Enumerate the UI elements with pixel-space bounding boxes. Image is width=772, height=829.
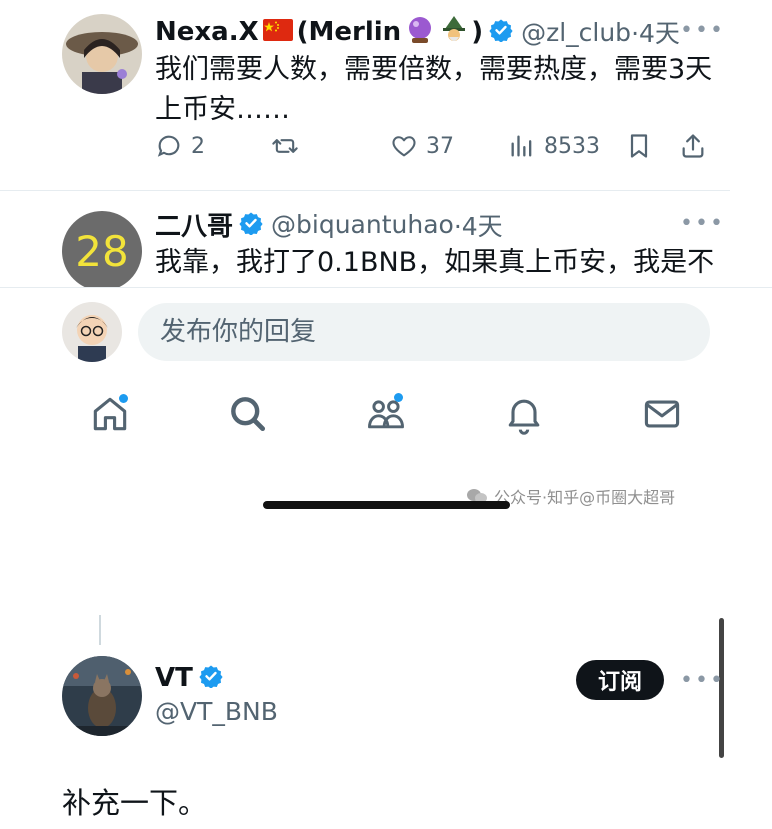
like-icon <box>392 136 416 157</box>
home-indicator[interactable] <box>263 501 510 509</box>
user-avatar[interactable] <box>62 302 122 362</box>
timestamp[interactable]: ·4天 <box>454 207 503 243</box>
share-button[interactable] <box>679 132 707 160</box>
verified-icon[interactable] <box>199 664 223 692</box>
reply-composer[interactable] <box>138 303 710 361</box>
vt-handle[interactable]: @VT_BNB <box>155 697 278 726</box>
display-name[interactable]: 二八哥 <box>155 206 233 243</box>
handle[interactable]: @biquantuhao <box>271 210 454 239</box>
nav-messages[interactable] <box>640 392 684 436</box>
notification-dot <box>394 393 403 402</box>
crystal-ball-icon <box>405 15 435 49</box>
reply-input[interactable] <box>138 303 710 361</box>
subscribe-button[interactable]: 订阅 <box>576 660 664 700</box>
avatar-nexa[interactable] <box>62 14 142 94</box>
tweet-text-line: 上币安…… <box>155 94 290 125</box>
tweet-header: Nexa.X (Merlin ) @zl_club ·4天 <box>155 14 680 50</box>
nav-communities[interactable] <box>364 392 408 436</box>
avatar-label: 28 <box>75 226 129 276</box>
avatar-vt[interactable] <box>62 656 142 736</box>
avatar-erbage[interactable]: 28 <box>62 211 142 287</box>
display-name-suffix-close: ) <box>471 17 484 47</box>
thread-line <box>99 615 101 645</box>
display-name[interactable]: Nexa.X <box>155 17 259 47</box>
search-icon <box>231 397 266 432</box>
more-icon[interactable]: ••• <box>680 18 725 43</box>
tweet-actions: 2 37 8533 <box>155 132 715 172</box>
notification-dot <box>119 394 128 403</box>
verified-icon[interactable] <box>239 211 263 239</box>
display-name-suffix[interactable]: (Merlin <box>297 17 402 47</box>
timestamp[interactable]: ·4天 <box>631 14 680 50</box>
bottom-nav <box>0 392 772 452</box>
retweet-button[interactable] <box>271 132 299 160</box>
tweet-text: 我靠，我打了0.1BNB，如果真上币安，我是不 <box>155 247 715 278</box>
more-icon[interactable]: ••• <box>680 668 725 693</box>
vt-tweet-text: 补充一下。 <box>62 786 208 820</box>
comment-icon <box>157 135 180 157</box>
share-icon <box>682 134 704 158</box>
reply-button[interactable]: 2 <box>155 132 205 160</box>
tweet-nexa[interactable]: Nexa.X (Merlin ) @zl_club ·4天 ••• 我们需要人数… <box>0 0 772 190</box>
tweet-header: 二八哥 @biquantuhao ·4天 <box>155 206 503 243</box>
retweet-icon <box>272 139 298 153</box>
reply-count: 2 <box>191 133 205 159</box>
china-flag-icon <box>262 19 293 45</box>
like-button[interactable]: 37 <box>390 132 454 160</box>
mage-icon <box>439 15 469 49</box>
nav-search[interactable] <box>226 392 270 436</box>
more-icon[interactable]: ••• <box>680 211 725 236</box>
watermark-text: 公众号·知乎@币圈大超哥 <box>494 488 676 507</box>
nav-home[interactable] <box>88 392 132 436</box>
view-count: 8533 <box>544 133 600 159</box>
bookmark-button[interactable] <box>625 132 653 160</box>
nav-notifications[interactable] <box>502 392 546 436</box>
tweet-erbage[interactable]: 28 二八哥 @biquantuhao ·4天 ••• 我靠，我打了0.1BNB… <box>0 191 772 287</box>
vt-header: VT <box>155 663 223 693</box>
tweet-text: 我们需要人数，需要倍数，需要热度，需要3天 上币安…… <box>155 50 735 130</box>
tweet-text-line: 我们需要人数，需要倍数，需要热度，需要3天 <box>155 54 713 85</box>
bookmark-icon <box>630 134 648 158</box>
verified-icon[interactable] <box>489 18 513 46</box>
reply-divider <box>0 287 772 288</box>
like-count: 37 <box>426 133 454 159</box>
notifications-icon <box>508 399 540 435</box>
messages-icon <box>644 400 680 428</box>
views-button[interactable]: 8533 <box>508 132 600 160</box>
display-name[interactable]: VT <box>155 663 193 693</box>
handle[interactable]: @zl_club <box>521 18 631 47</box>
views-icon <box>511 135 532 157</box>
